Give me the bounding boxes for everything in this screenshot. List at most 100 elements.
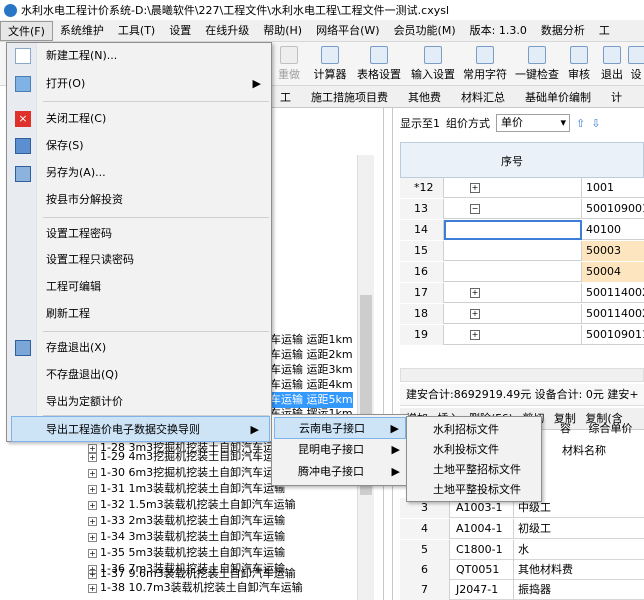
menu-online-upgrade[interactable]: 在线升级 bbox=[198, 21, 256, 41]
expand-icon[interactable]: + bbox=[88, 484, 97, 494]
menu-save-exit[interactable]: 存盘退出(X) bbox=[38, 335, 271, 361]
menu-network-platform[interactable]: 网络平台(W) bbox=[309, 21, 386, 41]
menu-tools[interactable]: 工具(T) bbox=[111, 21, 162, 41]
row-code[interactable]: 50004 bbox=[582, 262, 644, 282]
tab-content[interactable]: 容 bbox=[560, 422, 571, 435]
table-row[interactable]: 6 QT0051 其他材料费 bbox=[400, 560, 644, 580]
tree-item[interactable]: +1-34 3m3装载机挖装土自卸汽车运输 bbox=[88, 529, 285, 545]
tree-item[interactable]: +1-38 10.7m3装载机挖装土自卸汽车运输 bbox=[88, 580, 303, 596]
common-chars-button[interactable]: 常用字符 bbox=[460, 44, 510, 84]
audit-button[interactable]: 审核 bbox=[564, 44, 594, 84]
menu-new-project[interactable]: 新建工程(N)... bbox=[38, 43, 271, 69]
tree-item[interactable]: +1-33 2m3装载机挖装土自卸汽车运输 bbox=[88, 513, 285, 529]
menu-water-tender[interactable]: 水利招标文件 bbox=[409, 419, 539, 441]
menu-close-project[interactable]: 关闭工程(C) bbox=[38, 106, 271, 132]
exit-button[interactable]: 退出 bbox=[598, 44, 626, 84]
expand-icon[interactable]: + bbox=[88, 500, 97, 510]
tree-item[interactable]: 车运输 运距4km bbox=[270, 377, 353, 393]
row-code[interactable]: 500109001001 bbox=[582, 199, 644, 219]
tree-item[interactable]: 车运输 运距3km bbox=[270, 362, 353, 378]
move-up-icon[interactable]: ⇧ bbox=[576, 117, 585, 130]
expand-icon[interactable]: + bbox=[470, 309, 480, 319]
calculator-button[interactable]: 计算器 bbox=[310, 44, 350, 84]
menu-export-quota[interactable]: 导出为定额计价 bbox=[38, 389, 271, 415]
table-row[interactable]: *12 +1001 bbox=[400, 178, 644, 198]
group-mode-select[interactable]: 单价 bbox=[496, 114, 570, 132]
expand-icon[interactable]: + bbox=[88, 516, 97, 526]
tree-item[interactable]: +1-35 5m3装载机挖装土自卸汽车运输 bbox=[88, 545, 285, 561]
menu-open[interactable]: 打开(O) ▶ bbox=[38, 71, 271, 97]
table-row[interactable]: 17 +500114002001 bbox=[400, 283, 644, 303]
menu-file[interactable]: 文件(F) bbox=[0, 20, 53, 41]
settings-button[interactable]: 设 bbox=[628, 44, 644, 84]
menu-tengchong-interface[interactable]: 腾冲电子接口 ▶ bbox=[274, 461, 406, 483]
menu-save[interactable]: 保存(S) bbox=[38, 133, 271, 159]
table-row[interactable]: 19 +500109011001 bbox=[400, 325, 644, 345]
tab-other-fees[interactable]: 其他费 bbox=[398, 89, 451, 105]
table-settings-button[interactable]: 表格设置 bbox=[354, 44, 404, 84]
expand-icon[interactable]: + bbox=[470, 183, 480, 193]
menu-save-as[interactable]: 另存为(A)... bbox=[38, 160, 271, 186]
expand-icon[interactable]: + bbox=[470, 330, 480, 340]
menu-data-analysis[interactable]: 数据分析 bbox=[534, 21, 592, 41]
menu-help[interactable]: 帮助(H) bbox=[256, 21, 309, 41]
menu-refresh[interactable]: 刷新工程 bbox=[38, 301, 271, 327]
expand-icon[interactable]: + bbox=[88, 569, 97, 579]
menu-kunming-interface[interactable]: 昆明电子接口 ▶ bbox=[274, 439, 406, 461]
tab-unit-price[interactable]: 综合单价 bbox=[589, 422, 633, 435]
table-row[interactable]: 7 J2047-1 振捣器 bbox=[400, 580, 644, 600]
table-row[interactable]: 18 +500114002002 bbox=[400, 304, 644, 324]
menu-set-password[interactable]: 设置工程密码 bbox=[38, 221, 271, 247]
tree-item[interactable]: 车运输 运距2km bbox=[270, 347, 353, 363]
one-click-check-button[interactable]: 一键检查 bbox=[512, 44, 562, 84]
menu-editable[interactable]: 工程可编辑 bbox=[38, 274, 271, 300]
tab-project[interactable]: 工 bbox=[270, 89, 301, 105]
expand-icon[interactable]: + bbox=[88, 468, 97, 478]
expand-icon[interactable]: + bbox=[88, 532, 97, 542]
collapse-icon[interactable]: − bbox=[470, 204, 480, 214]
tab-more[interactable]: 计 bbox=[601, 89, 632, 105]
row-code[interactable]: 500114002002 bbox=[582, 304, 644, 324]
tree-item[interactable]: 车运输 运距1km bbox=[270, 332, 353, 348]
menu-set-readonly-password[interactable]: 设置工程只读密码 bbox=[38, 247, 271, 273]
move-down-icon[interactable]: ⇩ bbox=[591, 117, 600, 130]
tab-material-summary[interactable]: 材料汇总 bbox=[451, 89, 515, 105]
menu-more[interactable]: 工 bbox=[592, 21, 617, 41]
tree-item[interactable]: +1-31 1m3装载机挖装土自卸汽车运输 bbox=[88, 481, 285, 497]
row-code[interactable]: 500114002001 bbox=[582, 283, 644, 303]
table-row[interactable]: 13 − 500109001001 bbox=[400, 199, 644, 219]
table-row[interactable]: 15 50003 bbox=[400, 241, 644, 261]
expand-icon[interactable]: + bbox=[88, 548, 97, 558]
menu-exit-without-save[interactable]: 不存盘退出(Q) bbox=[38, 362, 271, 388]
tree-item[interactable]: +1-32 1.5m3装载机挖装土自卸汽车运输 bbox=[88, 497, 296, 513]
menu-yunnan-interface[interactable]: 云南电子接口 ▶ bbox=[274, 417, 406, 439]
menu-system-maintenance[interactable]: 系统维护 bbox=[53, 21, 111, 41]
table-row[interactable]: 5 C1800-1 水 bbox=[400, 540, 644, 560]
menu-land-tender[interactable]: 土地平整招标文件 bbox=[409, 459, 539, 481]
menu-water-bid[interactable]: 水利投标文件 bbox=[409, 439, 539, 461]
expand-icon[interactable]: + bbox=[88, 452, 97, 462]
menu-split-by-county[interactable]: 按县市分解投资 bbox=[38, 187, 271, 213]
tree-scrollbar[interactable] bbox=[357, 155, 374, 600]
tab-construction-measures[interactable]: 施工措施项目费 bbox=[301, 89, 398, 105]
row-code[interactable]: 50003 bbox=[582, 241, 644, 261]
table-row[interactable]: 4 A1004-1 初级工 bbox=[400, 519, 644, 539]
expand-icon[interactable]: + bbox=[88, 583, 97, 593]
row-code[interactable]: 40100 bbox=[582, 220, 644, 240]
menu-settings[interactable]: 设置 bbox=[162, 21, 198, 41]
menu-export-exchange[interactable]: 导出工程造价电子数据交换导则 ▶ bbox=[11, 416, 270, 442]
tree-item[interactable]: +1-30 6m3挖掘机挖装土自卸汽车运 bbox=[88, 465, 274, 481]
row-code[interactable]: 500109011001 bbox=[582, 325, 644, 345]
table-row[interactable]: 16 50004 bbox=[400, 262, 644, 282]
expand-icon[interactable]: + bbox=[470, 288, 480, 298]
redo-button[interactable]: 重做 bbox=[274, 44, 304, 84]
table-row[interactable]: 14 40100 bbox=[400, 220, 644, 240]
row-code[interactable]: 1001 bbox=[582, 178, 644, 198]
tree-item[interactable]: +1-29 4m3挖掘机挖装土自卸汽车运 bbox=[88, 449, 274, 465]
menu-member[interactable]: 会员功能(M) bbox=[387, 21, 463, 41]
show-level-dropdown[interactable]: 显示至1 bbox=[400, 115, 440, 131]
grid-horizontal-scrollbar[interactable] bbox=[400, 368, 644, 382]
input-settings-button[interactable]: 输入设置 bbox=[408, 44, 458, 84]
tab-base-price[interactable]: 基础单价编制 bbox=[515, 89, 601, 105]
menu-land-bid[interactable]: 土地平整投标文件 bbox=[409, 479, 539, 501]
